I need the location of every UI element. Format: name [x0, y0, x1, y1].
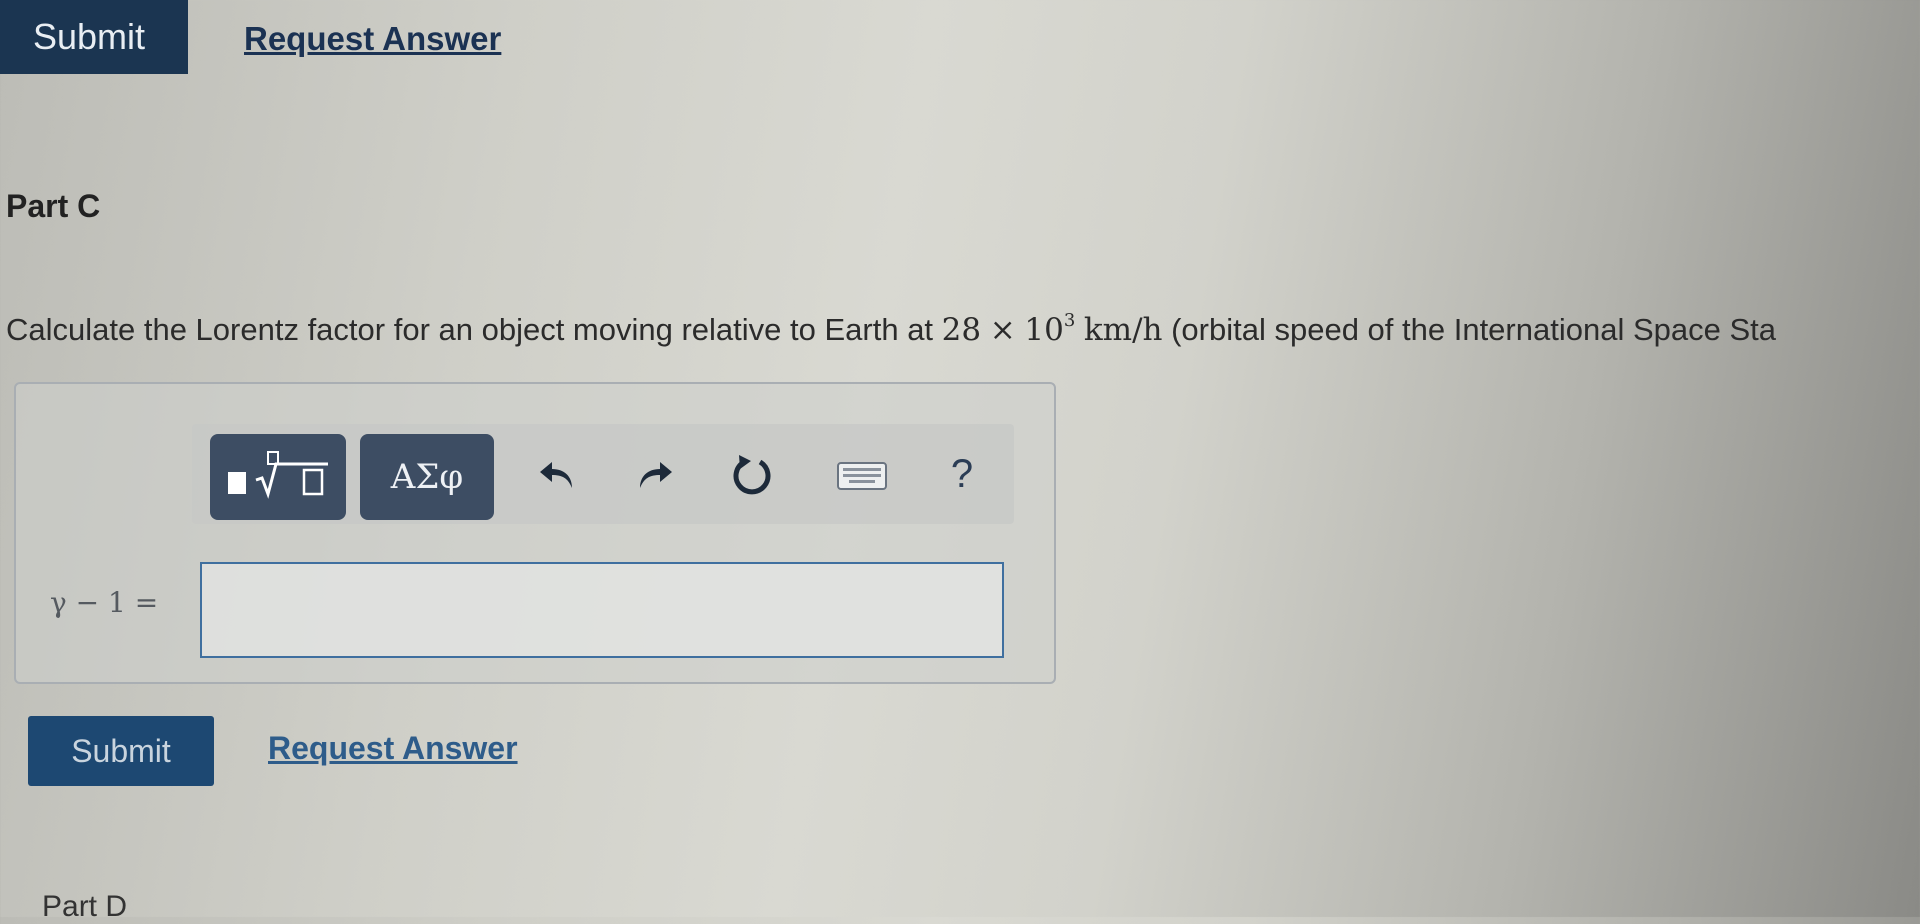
question-prefix: Calculate the Lorentz factor for an obje… — [6, 312, 942, 347]
part-d-title: Part D — [42, 890, 128, 923]
top-request-answer-link[interactable]: Request Answer — [244, 20, 501, 58]
speed-value: 28 — [941, 312, 982, 348]
top-submit-button[interactable]: Submit — [0, 0, 188, 74]
equation-label: γ − 1 = — [50, 586, 159, 619]
power-base: 10 — [1024, 312, 1064, 348]
templates-button[interactable] — [210, 434, 346, 520]
times-symbol: × — [989, 312, 1016, 348]
answer-input[interactable] — [200, 562, 1004, 658]
undo-icon[interactable] — [528, 450, 588, 500]
keyboard-icon[interactable] — [832, 458, 892, 494]
speed-unit: km/h — [1083, 312, 1163, 348]
templates-icon — [220, 444, 336, 511]
question-text: Calculate the Lorentz factor for an obje… — [6, 310, 1920, 348]
question-suffix: (orbital speed of the International Spac… — [1162, 312, 1776, 347]
power-exponent: 3 — [1063, 310, 1076, 331]
request-answer-link[interactable]: Request Answer — [268, 730, 518, 767]
reset-icon[interactable] — [722, 446, 782, 506]
redo-icon[interactable] — [624, 450, 684, 500]
help-icon[interactable]: ? — [932, 446, 992, 502]
submit-button[interactable]: Submit — [28, 716, 214, 786]
part-c-title: Part C — [6, 188, 101, 224]
math-toolbar: ΑΣφ ? — [192, 424, 1014, 524]
greek-letters-button[interactable]: ΑΣφ — [360, 434, 494, 520]
